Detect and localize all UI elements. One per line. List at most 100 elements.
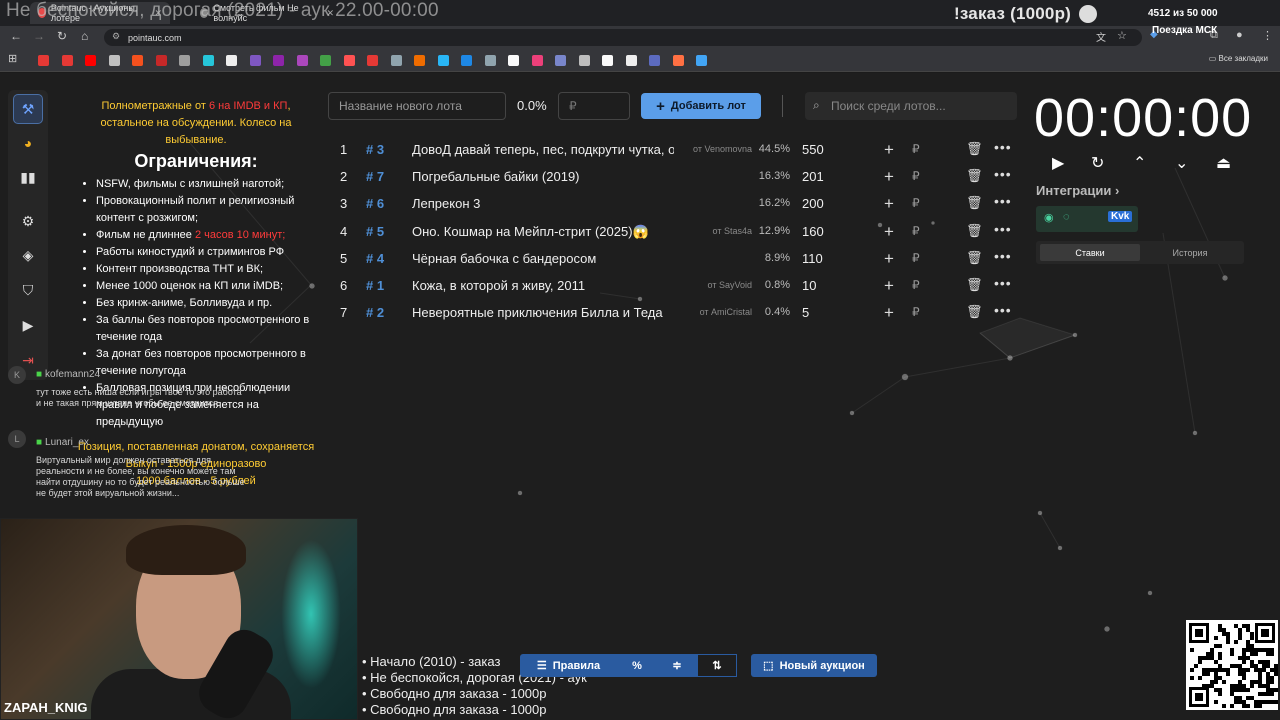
plus-icon[interactable]: + xyxy=(884,167,894,187)
lot-id[interactable]: # 4 xyxy=(366,251,384,266)
more-icon[interactable]: ••• xyxy=(994,275,1012,291)
bookmark-favicon-icon[interactable] xyxy=(602,55,613,66)
lot-id[interactable]: # 1 xyxy=(366,278,384,293)
bookmark-favicon-icon[interactable] xyxy=(343,55,355,66)
trash-icon[interactable]: 🗑 xyxy=(966,304,983,320)
bookmark-favicon-icon[interactable] xyxy=(61,55,73,66)
more-icon[interactable]: ••• xyxy=(994,193,1012,209)
bookmark-favicon-icon[interactable] xyxy=(649,55,660,66)
bookmark-favicon-icon[interactable] xyxy=(555,55,566,66)
lot-name[interactable]: Кожа, в которой я живу, 2011 xyxy=(412,278,674,293)
lot-name[interactable]: Невероятные приключения Билла и Теда xyxy=(412,305,674,320)
ruble-icon[interactable]: ₽ xyxy=(912,305,920,319)
trash-icon[interactable]: 🗑 xyxy=(966,195,983,211)
add-lot-button[interactable]: + Добавить лот xyxy=(641,93,761,119)
bookmark-favicon-icon[interactable] xyxy=(38,55,49,66)
plus-icon[interactable]: + xyxy=(884,140,894,160)
bookmark-favicon-icon[interactable] xyxy=(531,55,543,66)
lot-name[interactable]: ДовоД давай теперь, пес, подкрути чутка,… xyxy=(412,142,674,157)
plus-icon[interactable]: + xyxy=(884,222,894,242)
ruble-icon[interactable]: ₽ xyxy=(912,169,920,183)
reload-icon[interactable]: ↻ xyxy=(57,29,67,43)
rules-button[interactable]: ☰ Правила xyxy=(520,654,617,677)
lot-row[interactable]: 7 # 2 Невероятные приключения Билла и Те… xyxy=(330,300,1020,327)
bookmark-favicon-icon[interactable] xyxy=(273,55,284,66)
lot-name[interactable]: Лепрекон 3 xyxy=(412,196,674,211)
home-icon[interactable]: ⌂ xyxy=(81,29,88,43)
percent-toggle-icon[interactable]: % xyxy=(617,654,657,677)
bookmark-favicon-icon[interactable] xyxy=(461,55,472,66)
tab-bets[interactable]: Ставки xyxy=(1040,244,1140,261)
profile-icon[interactable]: ● xyxy=(1236,29,1243,41)
twitch-integration-icon[interactable]: ◉ xyxy=(1044,211,1054,224)
integrations-header[interactable]: Интеграции › xyxy=(1036,183,1119,198)
reset-icon[interactable]: ↻ xyxy=(1091,153,1104,173)
trash-icon[interactable]: 🗑 xyxy=(966,168,983,184)
ruble-icon[interactable]: ₽ xyxy=(912,142,920,156)
lot-id[interactable]: # 7 xyxy=(366,169,384,184)
bookmark-favicon-icon[interactable] xyxy=(672,55,684,66)
double-chevron-up-icon[interactable]: ⏏ xyxy=(1216,153,1231,173)
bookmark-favicon-icon[interactable] xyxy=(414,55,425,66)
plus-icon[interactable]: + xyxy=(884,276,894,296)
lot-search-input[interactable]: ⌕ Поиск среди лотов... xyxy=(805,92,1017,120)
lot-row[interactable]: 1 # 3 ДовоД давай теперь, пес, подкрути … xyxy=(330,137,1020,164)
wheel-icon[interactable]: ◕ xyxy=(13,128,43,158)
lot-row[interactable]: 4 # 5 Оно. Кошмар на Мейпл-стрит (2025)😱… xyxy=(330,219,1020,246)
chevron-down-icon[interactable]: ⌄ xyxy=(1175,153,1188,173)
menu-icon[interactable]: ⋮ xyxy=(1262,29,1273,42)
trash-icon[interactable]: 🗑 xyxy=(966,141,983,157)
lot-name[interactable]: Чёрная бабочка с бандеросом xyxy=(412,251,674,266)
video-icon[interactable]: ▶ xyxy=(13,310,43,340)
lot-id[interactable]: # 5 xyxy=(366,224,384,239)
bookmark-favicon-icon[interactable] xyxy=(226,55,237,66)
plus-icon[interactable]: + xyxy=(884,194,894,214)
stats-icon[interactable]: ▮▮ xyxy=(13,162,43,192)
bookmark-favicon-icon[interactable] xyxy=(296,55,308,66)
lot-id[interactable]: # 3 xyxy=(366,142,384,157)
ruble-icon[interactable]: ₽ xyxy=(912,224,920,238)
donation-integration-icon[interactable]: ◌ xyxy=(1063,211,1070,223)
more-icon[interactable]: ••• xyxy=(994,221,1012,237)
split-icon[interactable]: ≑ xyxy=(657,654,697,677)
new-auction-button[interactable]: ⬚ Новый аукцион xyxy=(751,654,877,677)
plus-icon[interactable]: + xyxy=(884,303,894,323)
bookmark-favicon-icon[interactable] xyxy=(578,55,590,66)
forward-icon[interactable]: → xyxy=(33,29,45,43)
ruble-icon[interactable]: ₽ xyxy=(912,196,920,210)
trash-icon[interactable]: 🗑 xyxy=(966,277,983,293)
bookmark-favicon-icon[interactable] xyxy=(390,55,402,66)
more-icon[interactable]: ••• xyxy=(994,302,1012,318)
more-icon[interactable]: ••• xyxy=(994,166,1012,182)
bookmark-favicon-icon[interactable] xyxy=(249,55,261,66)
bookmark-favicon-icon[interactable] xyxy=(625,55,637,66)
bookmark-favicon-icon[interactable] xyxy=(484,55,496,66)
lot-id[interactable]: # 6 xyxy=(366,196,384,211)
chevron-up-icon[interactable]: ⌃ xyxy=(1133,153,1146,173)
bookmark-favicon-icon[interactable] xyxy=(202,55,214,66)
more-icon[interactable]: ••• xyxy=(994,139,1012,155)
layers-icon[interactable]: ◈ xyxy=(13,240,43,270)
more-icon[interactable]: ••• xyxy=(994,248,1012,264)
url-input[interactable]: ⚙ pointauc.com xyxy=(104,29,1142,46)
new-lot-name-input[interactable]: Название нового лота xyxy=(328,92,506,120)
bookmark-favicon-icon[interactable] xyxy=(108,55,120,66)
apps-icon[interactable]: ⊞ xyxy=(8,52,17,65)
bookmark-favicon-icon[interactable] xyxy=(508,55,519,66)
ruble-icon[interactable]: ₽ xyxy=(912,278,920,292)
plus-icon[interactable]: + xyxy=(884,249,894,269)
bookmark-favicon-icon[interactable] xyxy=(132,55,143,66)
settings-icon[interactable]: ⚙ xyxy=(13,206,43,236)
star-icon[interactable]: ☆ xyxy=(1117,29,1127,42)
bookmark-favicon-icon[interactable] xyxy=(696,55,707,66)
bookmark-favicon-icon[interactable] xyxy=(437,55,449,66)
bookmark-favicon-icon[interactable] xyxy=(320,55,331,66)
lot-row[interactable]: 2 # 7 Погребальные байки (2019) 16.3% 20… xyxy=(330,164,1020,191)
translate-icon[interactable]: ⽂ xyxy=(1096,29,1106,44)
bookmark-favicon-icon[interactable] xyxy=(85,55,96,66)
lot-row[interactable]: 5 # 4 Чёрная бабочка с бандеросом 8.9% 1… xyxy=(330,246,1020,273)
vk-integration-icon[interactable]: Kvk xyxy=(1108,211,1133,222)
bookmark-favicon-icon[interactable] xyxy=(179,55,190,66)
all-bookmarks-button[interactable]: ▭ Все закладки xyxy=(1209,54,1268,63)
trash-icon[interactable]: 🗑 xyxy=(966,250,983,266)
